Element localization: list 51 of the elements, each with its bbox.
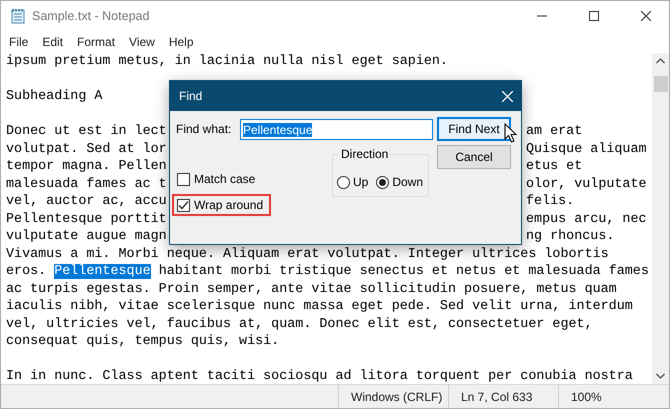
text-line: ipsum pretium metus, in lacinia nulla nisl eget sapien. <box>6 54 448 69</box>
text-line: consequat quis, tempus quis, wisi. <box>6 334 280 349</box>
text-line: Subheading A <box>6 89 102 104</box>
text-line: malesuada fames ac t <box>6 176 167 193</box>
checkbox-label: Match case <box>194 172 256 186</box>
text-line: am erat <box>526 123 582 140</box>
checkbox[interactable] <box>177 198 190 212</box>
checkbox[interactable] <box>177 172 190 186</box>
menu-item[interactable]: File <box>2 35 36 49</box>
text-line: vulputate augue magn <box>6 228 167 246</box>
status-text: Windows (CRLF) <box>338 385 448 408</box>
dialog-button[interactable]: Cancel <box>437 145 511 169</box>
window-title: Sample.txt - Notepad <box>32 9 150 23</box>
text-line: empus arcu, nec <box>526 210 647 228</box>
menu-item[interactable]: Help <box>162 35 201 49</box>
text-line: vel, ultricies vel, faucibus at, quam. Donec elit est, consectetuer eget, <box>6 316 593 332</box>
text-line: Vivamus a mi. Morbi neque. Aliquam erat volutpat. Integer ultrices lobortis <box>6 246 609 262</box>
radio-button[interactable] <box>337 176 350 188</box>
radio-label: Up <box>353 175 368 189</box>
text-line: Donec ut est in lect <box>6 123 167 140</box>
text-line: tempor magna. Pellen <box>6 158 167 176</box>
text-line: iaculis nibh, vitae scelerisque nunc massa eget pede. Sed velit urna, interdum <box>6 299 633 314</box>
text-line: etus et <box>526 158 582 176</box>
text-line: olor, vulputate <box>526 176 647 193</box>
menu-item[interactable]: View <box>122 35 162 49</box>
maximize-icon[interactable] <box>589 11 599 21</box>
notepad-icon <box>10 8 26 24</box>
find-label: Find what: <box>176 122 232 137</box>
menu-item[interactable]: Edit <box>35 35 70 49</box>
menu-item[interactable]: Format <box>70 35 122 49</box>
text-line: ac turpis egestas. Proin semper, ante vitae sollicitudin posuere, metus quam <box>6 282 617 296</box>
dialog-button[interactable]: Find Next <box>437 117 511 141</box>
text-line: vel, auctor ac, accu <box>6 193 167 210</box>
close-icon[interactable] <box>641 11 651 21</box>
find-input-field[interactable]: Pellentesque <box>240 119 433 140</box>
text-line: ng rhoncus. <box>526 228 614 246</box>
radio-label: Down <box>392 175 424 189</box>
text-line: volutpat. Sed at lor <box>6 140 167 158</box>
status-text: Ln 7, Col 633 <box>448 385 558 408</box>
text-line: Pellentesque porttit <box>6 210 167 228</box>
status-text: 100% <box>558 385 669 408</box>
cursor-icon <box>504 123 517 143</box>
checkbox-label: Wrap around <box>194 198 264 212</box>
text-line: Quisque aliquam <box>526 140 647 158</box>
radio-button[interactable] <box>376 176 390 188</box>
text-line: eros. Pellentesque habitant morbi tristique senectus et netus et malesuada fames <box>6 263 650 280</box>
scroll-thumb[interactable] <box>654 76 668 92</box>
group-label: Direction <box>339 147 390 161</box>
text-line: In in nunc. Class aptent taciti sociosqu ad litora torquent per conubia nostra <box>6 369 633 384</box>
dialog-title: Find <box>179 89 202 103</box>
text-line: felis. <box>526 193 574 210</box>
